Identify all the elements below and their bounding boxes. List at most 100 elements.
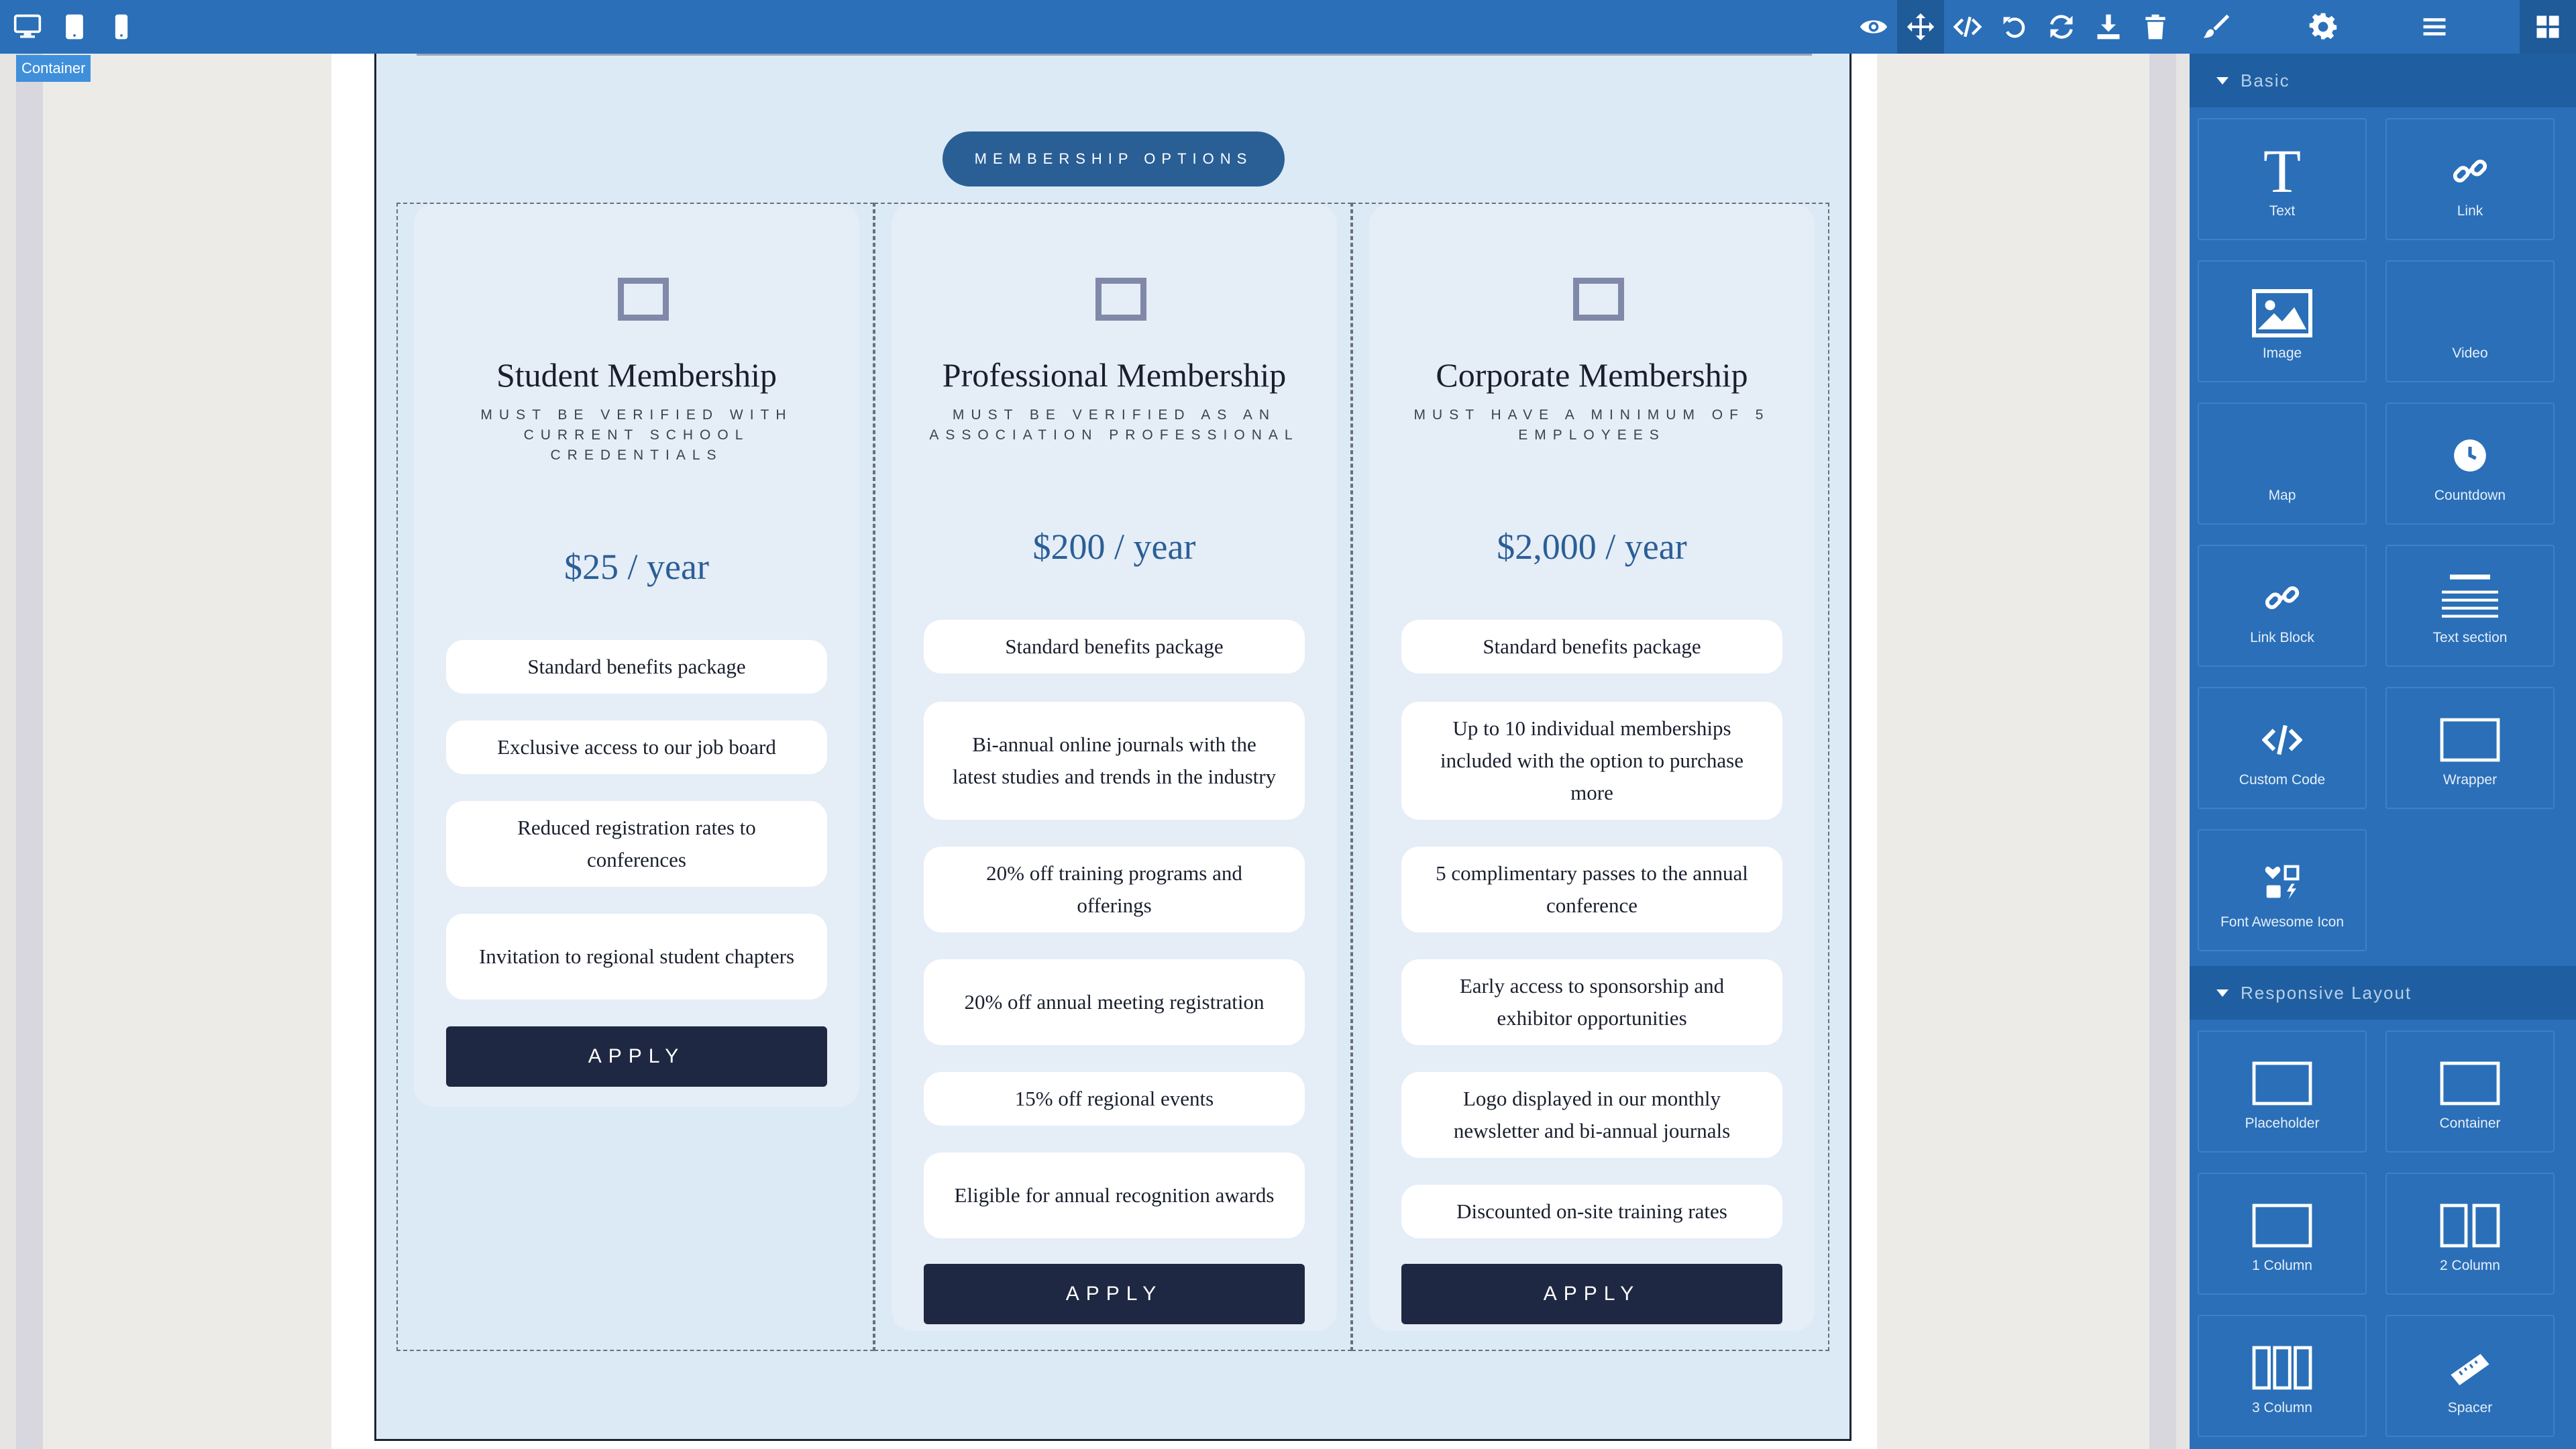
gear-icon[interactable]: [2300, 0, 2347, 54]
block-container[interactable]: Container: [2385, 1030, 2555, 1152]
membership-card[interactable]: Professional Membership MUST BE VERIFIED…: [892, 204, 1337, 1331]
blocks-grid-icon[interactable]: [2520, 0, 2576, 54]
link-icon: [2263, 566, 2301, 630]
feature-item: Up to 10 individual memberships included…: [1401, 702, 1782, 820]
block-3-column[interactable]: 3 Column: [2198, 1315, 2367, 1437]
mobile-icon[interactable]: [98, 0, 145, 54]
feature-item: Bi-annual online journals with the lates…: [924, 702, 1305, 820]
trash-icon[interactable]: [2132, 0, 2179, 54]
paintbrush-icon[interactable]: [2192, 0, 2239, 54]
caret-down-icon: [2216, 76, 2229, 85]
eye-icon[interactable]: [1850, 0, 1897, 54]
one-column-icon: [2252, 1193, 2312, 1258]
two-column-icon: [2440, 1193, 2500, 1258]
block-label: Map: [2268, 488, 2296, 503]
block-video[interactable]: Video: [2385, 260, 2555, 382]
block-link[interactable]: Link: [2385, 118, 2555, 240]
block-label: Image: [2262, 345, 2302, 361]
move-arrows-icon[interactable]: [1897, 0, 1944, 54]
clock-icon: [2453, 423, 2487, 488]
card-title: Corporate Membership: [1436, 356, 1748, 394]
block-label: Video: [2452, 345, 2488, 361]
card-price: $2,000 / year: [1497, 527, 1687, 567]
block-spacer[interactable]: Spacer: [2385, 1315, 2555, 1437]
section-divider: [417, 54, 1812, 56]
rectangle-icon: [2440, 708, 2500, 772]
feature-item: Standard benefits package: [924, 620, 1305, 674]
membership-column-corporate[interactable]: Corporate Membership MUST HAVE A MINIMUM…: [1352, 203, 1829, 1351]
card-title: Professional Membership: [942, 356, 1287, 394]
category-basic-header[interactable]: Basic: [2190, 54, 2576, 107]
block-label: Spacer: [2447, 1400, 2493, 1415]
block-label: 2 Column: [2440, 1258, 2500, 1273]
category-responsive-layout-header[interactable]: Responsive Layout: [2190, 966, 2576, 1020]
membership-section[interactable]: MEMBERSHIP OPTIONS Student Membership MU…: [374, 54, 1851, 1441]
block-2-column[interactable]: 2 Column: [2385, 1173, 2555, 1295]
feature-item: 15% off regional events: [924, 1072, 1305, 1126]
membership-card[interactable]: Student Membership MUST BE VERIFIED WITH…: [414, 204, 859, 1107]
block-label: Custom Code: [2239, 772, 2326, 788]
block-label: Container: [2439, 1116, 2501, 1131]
download-icon[interactable]: [2085, 0, 2132, 54]
block-text[interactable]: T Text: [2198, 118, 2367, 240]
apply-button[interactable]: APPLY: [924, 1264, 1305, 1324]
tablet-icon[interactable]: [51, 0, 98, 54]
text-t-icon: T: [2263, 137, 2302, 205]
square-outline-icon: [1573, 278, 1624, 321]
feature-item: Invitation to regional student chapters: [446, 914, 827, 1000]
block-wrapper[interactable]: Wrapper: [2385, 687, 2555, 809]
canvas-right-margin: [2149, 54, 2176, 1449]
rectangle-icon: [2252, 1051, 2312, 1116]
feature-item: Discounted on-site training rates: [1401, 1185, 1782, 1238]
block-label: Link: [2457, 203, 2483, 219]
feature-item: Standard benefits package: [446, 640, 827, 694]
block-label: Placeholder: [2245, 1116, 2320, 1131]
code-icon: [2262, 708, 2302, 772]
apply-button[interactable]: APPLY: [446, 1026, 827, 1087]
undo-icon[interactable]: [1991, 0, 2038, 54]
block-image[interactable]: Image: [2198, 260, 2367, 382]
top-toolbar: [0, 0, 2576, 54]
link-icon: [2451, 139, 2489, 203]
card-subtitle: MUST BE VERIFIED AS AN ASSOCIATION PROFE…: [929, 407, 1299, 443]
membership-column-student[interactable]: Student Membership MUST BE VERIFIED WITH…: [396, 203, 874, 1351]
redo-icon[interactable]: [2038, 0, 2085, 54]
block-placeholder[interactable]: Placeholder: [2198, 1030, 2367, 1152]
block-map[interactable]: Map: [2198, 402, 2367, 525]
editor-canvas[interactable]: MEMBERSHIP OPTIONS Student Membership MU…: [16, 54, 2176, 1449]
rectangle-icon: [2440, 1051, 2500, 1116]
block-link-block[interactable]: Link Block: [2198, 545, 2367, 667]
block-label: Link Block: [2250, 630, 2314, 645]
membership-column-professional[interactable]: Professional Membership MUST BE VERIFIED…: [874, 203, 1352, 1351]
feature-item: Early access to sponsorship and exhibito…: [1401, 959, 1782, 1045]
image-icon: [2252, 281, 2312, 345]
blocks-panel[interactable]: Basic T Text Link Image Video Map Countd…: [2190, 54, 2576, 1449]
text-lines-icon: [2440, 566, 2500, 630]
feature-item: Reduced registration rates to conference…: [446, 801, 827, 887]
feature-item: 20% off annual meeting registration: [924, 959, 1305, 1045]
feature-item: Standard benefits package: [1401, 620, 1782, 674]
canvas-left-margin: [17, 54, 43, 1449]
block-1-column[interactable]: 1 Column: [2198, 1173, 2367, 1295]
block-countdown[interactable]: Countdown: [2385, 402, 2555, 525]
membership-card[interactable]: Corporate Membership MUST HAVE A MINIMUM…: [1369, 204, 1815, 1331]
card-price: $25 / year: [564, 547, 709, 587]
category-title: Basic: [2241, 70, 2290, 91]
block-text-section[interactable]: Text section: [2385, 545, 2555, 667]
block-label: Font Awesome Icon: [2220, 914, 2345, 930]
block-custom-code[interactable]: Custom Code: [2198, 687, 2367, 809]
block-label: 3 Column: [2252, 1400, 2312, 1415]
block-label: Text: [2269, 203, 2296, 219]
block-label: Countdown: [2434, 488, 2506, 503]
feature-item: 5 complimentary passes to the annual con…: [1401, 847, 1782, 932]
desktop-icon[interactable]: [4, 0, 51, 54]
square-outline-icon: [1095, 278, 1146, 321]
code-icon[interactable]: [1944, 0, 1991, 54]
membership-options-label: MEMBERSHIP OPTIONS: [943, 131, 1285, 186]
hamburger-menu-icon[interactable]: [2411, 0, 2458, 54]
apply-button[interactable]: APPLY: [1401, 1264, 1782, 1324]
feature-item: 20% off training programs and offerings: [924, 847, 1305, 932]
block-font-awesome-icon[interactable]: Font Awesome Icon: [2198, 829, 2367, 951]
card-title: Student Membership: [496, 356, 777, 394]
block-label: Text section: [2432, 630, 2508, 645]
